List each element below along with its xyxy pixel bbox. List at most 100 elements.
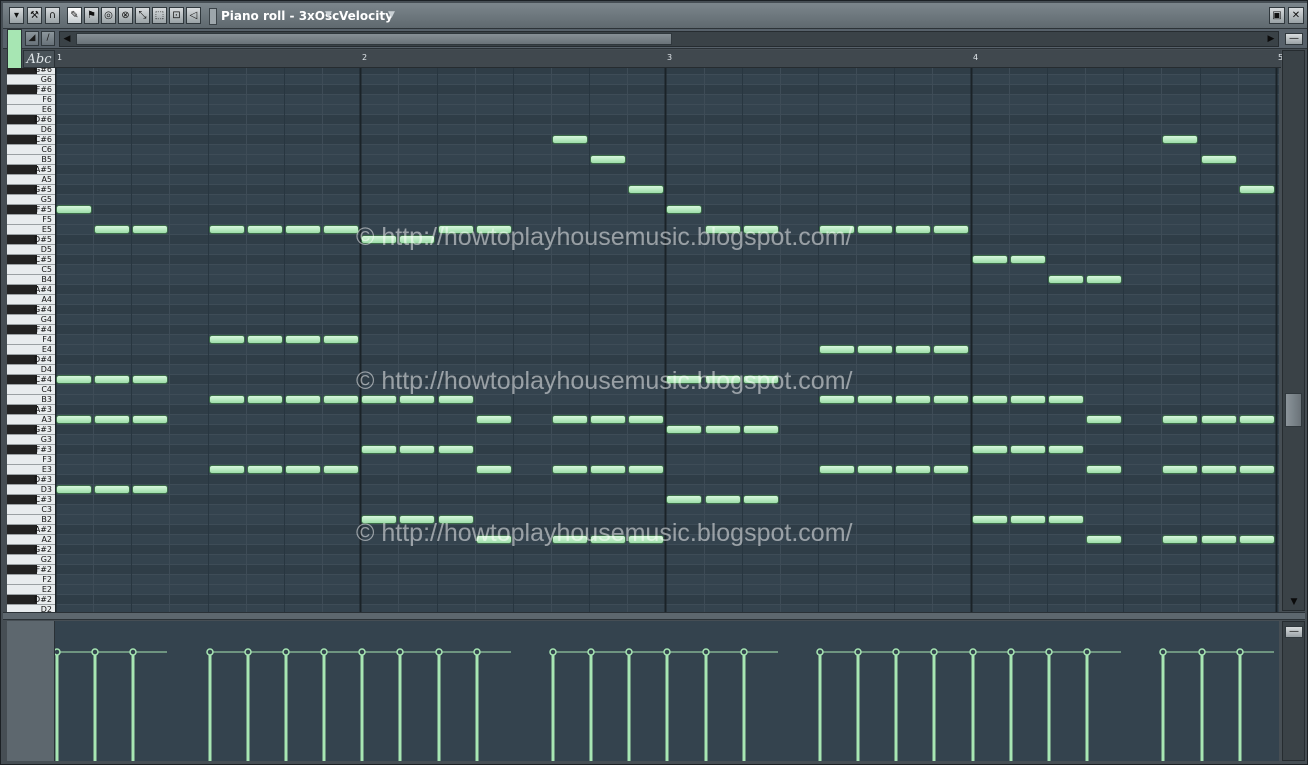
note-b5[interactable] — [590, 155, 626, 164]
note-e3[interactable] — [819, 465, 855, 474]
piano-key[interactable]: D#6 — [7, 115, 55, 125]
piano-key[interactable]: F#4 — [7, 325, 55, 335]
piano-key[interactable]: D4 — [7, 365, 55, 375]
note-b2[interactable] — [1010, 515, 1046, 524]
note-a3[interactable] — [94, 415, 130, 424]
note-e5[interactable] — [209, 225, 245, 234]
note-a3[interactable] — [552, 415, 588, 424]
note-cs6[interactable] — [552, 135, 588, 144]
note-d3[interactable] — [94, 485, 130, 494]
note-d3[interactable] — [56, 485, 92, 494]
note-cs5[interactable] — [1010, 255, 1046, 264]
piano-key[interactable]: C4 — [7, 385, 55, 395]
note-gs5[interactable] — [628, 185, 664, 194]
note-e3[interactable] — [285, 465, 321, 474]
note-a3[interactable] — [476, 415, 512, 424]
note-e5[interactable] — [132, 225, 168, 234]
note-e3[interactable] — [476, 465, 512, 474]
note-b3[interactable] — [1048, 395, 1084, 404]
piano-key[interactable]: C6 — [7, 145, 55, 155]
window-title[interactable]: Piano roll - 3xOsc — [221, 9, 339, 23]
note-e5[interactable] — [933, 225, 969, 234]
note-b3[interactable] — [399, 395, 435, 404]
piano-key[interactable]: D6 — [7, 125, 55, 135]
note-gs3[interactable] — [666, 425, 702, 434]
restore-icon[interactable]: ▣ — [1269, 7, 1285, 24]
note-b3[interactable] — [247, 395, 283, 404]
piano-key[interactable]: A#4 — [7, 285, 55, 295]
note-gs5[interactable] — [1239, 185, 1275, 194]
note-e4[interactable] — [933, 345, 969, 354]
note-a2[interactable] — [1162, 535, 1198, 544]
piano-key[interactable]: B5 — [7, 155, 55, 165]
piano-key[interactable]: D3 — [7, 485, 55, 495]
note-a3[interactable] — [56, 415, 92, 424]
delete-tool-icon[interactable]: ◎ — [101, 7, 116, 24]
piano-key[interactable]: G#6 — [7, 68, 55, 75]
note-f4[interactable] — [285, 335, 321, 344]
zoom-out-icon[interactable]: — — [1285, 626, 1303, 638]
piano-key[interactable]: A#5 — [7, 165, 55, 175]
note-cs4[interactable] — [94, 375, 130, 384]
draw-tool-icon[interactable]: ✎ — [67, 7, 82, 24]
piano-key[interactable]: A#2 — [7, 525, 55, 535]
note-e3[interactable] — [1086, 465, 1122, 474]
note-e3[interactable] — [323, 465, 359, 474]
note-a3[interactable] — [1162, 415, 1198, 424]
note-cs6[interactable] — [1162, 135, 1198, 144]
piano-key[interactable]: F4 — [7, 335, 55, 345]
note-f4[interactable] — [247, 335, 283, 344]
note-b5[interactable] — [1201, 155, 1237, 164]
paint-tool-icon[interactable]: ⚑ — [84, 7, 99, 24]
piano-key[interactable]: C#6 — [7, 135, 55, 145]
piano-key[interactable]: D#2 — [7, 595, 55, 605]
note-fs3[interactable] — [1048, 445, 1084, 454]
note-b3[interactable] — [1010, 395, 1046, 404]
note-a2[interactable] — [1201, 535, 1237, 544]
note-b3[interactable] — [895, 395, 931, 404]
piano-key[interactable]: D#5 — [7, 235, 55, 245]
piano-key[interactable]: C3 — [7, 505, 55, 515]
note-b3[interactable] — [819, 395, 855, 404]
piano-key[interactable]: E2 — [7, 585, 55, 595]
note-e3[interactable] — [1201, 465, 1237, 474]
note-f4[interactable] — [209, 335, 245, 344]
keyboard-label-toggle[interactable]: Abc — [23, 50, 55, 68]
note-b3[interactable] — [438, 395, 474, 404]
note-a3[interactable] — [1239, 415, 1275, 424]
piano-key[interactable]: B2 — [7, 515, 55, 525]
vertical-scroll-thumb[interactable] — [1285, 393, 1302, 427]
note-e3[interactable] — [247, 465, 283, 474]
note-a2[interactable] — [1086, 535, 1122, 544]
piano-key[interactable]: G2 — [7, 555, 55, 565]
note-e4[interactable] — [819, 345, 855, 354]
note-gs3[interactable] — [705, 425, 741, 434]
scroll-down-icon[interactable]: ▼ — [1287, 595, 1301, 609]
piano-key[interactable]: A2 — [7, 535, 55, 545]
piano-key[interactable]: C#3 — [7, 495, 55, 505]
piano-key[interactable]: A#3 — [7, 405, 55, 415]
note-e3[interactable] — [857, 465, 893, 474]
timeline-ruler[interactable]: 12345 — [55, 50, 1283, 68]
note-e3[interactable] — [209, 465, 245, 474]
piano-key[interactable]: G#5 — [7, 185, 55, 195]
note-a3[interactable] — [628, 415, 664, 424]
piano-key[interactable]: G#4 — [7, 305, 55, 315]
piano-key[interactable]: A5 — [7, 175, 55, 185]
note-cs4[interactable] — [132, 375, 168, 384]
note-b3[interactable] — [209, 395, 245, 404]
note-e3[interactable] — [933, 465, 969, 474]
piano-key[interactable]: F#2 — [7, 565, 55, 575]
chevron-down-icon[interactable]: ▼ — [325, 10, 332, 20]
piano-key[interactable]: F2 — [7, 575, 55, 585]
note-e5[interactable] — [323, 225, 359, 234]
piano-key[interactable]: E4 — [7, 345, 55, 355]
scroll-left-icon[interactable]: ◀ — [60, 32, 74, 46]
piano-key[interactable]: B3 — [7, 395, 55, 405]
velocity-lane[interactable] — [55, 621, 1279, 761]
piano-key[interactable]: D2 — [7, 605, 55, 612]
note-e3[interactable] — [895, 465, 931, 474]
piano-key[interactable]: G4 — [7, 315, 55, 325]
note-a2[interactable] — [1239, 535, 1275, 544]
piano-key[interactable]: G6 — [7, 75, 55, 85]
